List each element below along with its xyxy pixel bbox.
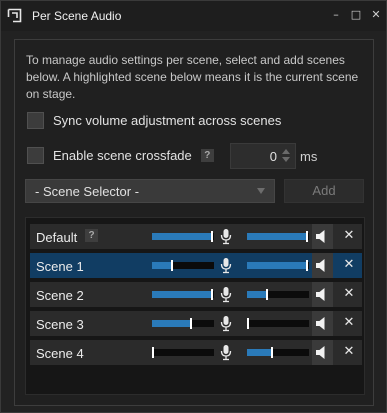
scene-name: Scene 1 <box>36 259 84 274</box>
monitor-slider-handle[interactable] <box>306 231 308 242</box>
monitor-slider-fill <box>247 262 306 269</box>
remove-scene-button[interactable]: ✕ <box>342 314 356 332</box>
crossfade-help-icon[interactable]: ? <box>200 148 214 162</box>
speaker-button[interactable] <box>312 340 333 365</box>
scene-name: Scene 3 <box>36 317 84 332</box>
scene-row[interactable]: Scene 3 ✕ <box>30 311 362 336</box>
window-title: Per Scene Audio <box>32 9 122 23</box>
title-bar[interactable]: Per Scene Audio – □ ✕ <box>1 1 386 31</box>
crossfade-duration-input[interactable]: 0 <box>230 143 296 169</box>
monitor-slider-fill <box>247 233 306 240</box>
remove-scene-button[interactable]: ✕ <box>342 285 356 303</box>
crossfade-checkbox[interactable] <box>27 146 44 164</box>
duration-stepper[interactable] <box>281 148 291 164</box>
remove-scene-button[interactable]: ✕ <box>342 256 356 274</box>
monitor-slider-handle[interactable] <box>271 347 273 358</box>
microphone-icon[interactable] <box>220 344 232 361</box>
scene-list: Default? ✕ Scene 1 ✕ Scene 2 ✕ Scene 3 ✕ Scene 4… <box>25 217 365 395</box>
add-scene-button[interactable]: Add <box>284 179 364 203</box>
scene-name: Scene 2 <box>36 288 84 303</box>
monitor-slider-handle[interactable] <box>266 289 268 300</box>
speaker-button[interactable] <box>312 253 333 278</box>
remove-scene-button[interactable]: ✕ <box>342 343 356 361</box>
scene-row[interactable]: Scene 1 ✕ <box>30 253 362 278</box>
speaker-button[interactable] <box>312 282 333 307</box>
stepper-down-icon[interactable] <box>282 157 290 162</box>
scene-row[interactable]: Scene 2 ✕ <box>30 282 362 307</box>
scene-row[interactable]: Scene 4 ✕ <box>30 340 362 365</box>
speaker-icon <box>316 317 325 330</box>
speaker-icon <box>316 230 325 243</box>
sync-volume-checkbox[interactable] <box>27 111 44 129</box>
scene-name: Default <box>36 230 78 245</box>
speaker-icon <box>316 346 325 359</box>
volume-slider-fill <box>152 233 211 240</box>
ms-unit-label: ms <box>300 149 318 164</box>
monitor-slider[interactable] <box>247 289 309 300</box>
volume-slider-handle[interactable] <box>152 347 154 358</box>
close-window-button[interactable]: ✕ <box>368 7 384 23</box>
microphone-icon[interactable] <box>220 228 232 245</box>
per-scene-audio-window: Per Scene Audio – □ ✕ To manage audio se… <box>0 0 387 413</box>
volume-slider[interactable] <box>152 347 214 358</box>
scene-name: Scene 4 <box>36 346 84 361</box>
crossfade-option[interactable]: Enable scene crossfade ? <box>27 146 214 164</box>
chevron-down-icon <box>257 188 265 194</box>
instructions-text: To manage audio settings per scene, sele… <box>26 53 359 101</box>
microphone-icon[interactable] <box>220 286 232 303</box>
maximize-button[interactable]: □ <box>348 7 364 23</box>
volume-slider[interactable] <box>152 260 214 271</box>
speaker-icon <box>316 288 325 301</box>
volume-slider-handle[interactable] <box>211 289 213 300</box>
monitor-slider[interactable] <box>247 231 309 242</box>
crossfade-label[interactable]: Enable scene crossfade <box>53 148 192 163</box>
volume-slider-handle[interactable] <box>211 231 213 242</box>
remove-scene-button[interactable]: ✕ <box>342 227 356 245</box>
monitor-slider-fill <box>247 349 271 356</box>
volume-slider-fill <box>152 262 171 269</box>
microphone-icon[interactable] <box>220 257 232 274</box>
volume-slider[interactable] <box>152 231 214 242</box>
stepper-up-icon[interactable] <box>282 149 290 154</box>
microphone-icon[interactable] <box>220 315 232 332</box>
scene-row[interactable]: Default? ✕ <box>30 224 362 249</box>
volume-slider[interactable] <box>152 318 214 329</box>
volume-slider-fill <box>152 291 211 298</box>
speaker-button[interactable] <box>312 224 333 249</box>
monitor-slider-handle[interactable] <box>247 318 249 329</box>
volume-slider-handle[interactable] <box>171 260 173 271</box>
volume-slider-handle[interactable] <box>190 318 192 329</box>
minimize-button[interactable]: – <box>328 7 344 23</box>
monitor-slider[interactable] <box>247 260 309 271</box>
monitor-slider-handle[interactable] <box>306 260 308 271</box>
monitor-slider[interactable] <box>247 318 309 329</box>
sync-volume-label[interactable]: Sync volume adjustment across scenes <box>53 113 281 128</box>
crossfade-duration-value[interactable]: 0 <box>231 149 277 164</box>
scene-selector-dropdown[interactable]: - Scene Selector - <box>25 179 275 203</box>
volume-slider-fill <box>152 320 190 327</box>
speaker-button[interactable] <box>312 311 333 336</box>
volume-slider[interactable] <box>152 289 214 300</box>
scene-selector-value: - Scene Selector - <box>35 184 140 199</box>
sync-volume-option[interactable]: Sync volume adjustment across scenes <box>27 111 281 129</box>
app-logo-icon <box>7 8 22 23</box>
settings-panel: To manage audio settings per scene, sele… <box>14 39 374 406</box>
speaker-icon <box>316 259 325 272</box>
scene-help-icon[interactable]: ? <box>85 229 98 242</box>
monitor-slider[interactable] <box>247 347 309 358</box>
monitor-slider-fill <box>247 291 266 298</box>
